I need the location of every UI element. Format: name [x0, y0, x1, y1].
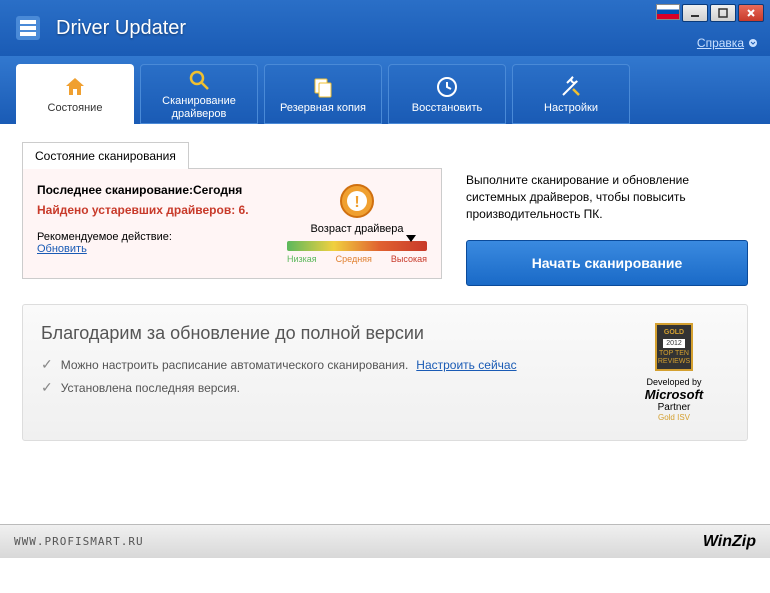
- tab-label: Настройки: [544, 102, 598, 114]
- copy-icon: [311, 75, 335, 99]
- content-area: Состояние сканирования Последнее сканиро…: [0, 124, 770, 524]
- banner-line1: Можно настроить расписание автоматическо…: [61, 358, 409, 372]
- restore-icon: [435, 75, 459, 99]
- help-label: Справка: [697, 36, 744, 50]
- tools-icon: [559, 75, 583, 99]
- developed-by-label: Developed by: [619, 377, 729, 387]
- thank-you-banner: Благодарим за обновление до полной верси…: [22, 304, 748, 441]
- gold-isv-label: Gold ISV: [619, 413, 729, 422]
- tabbar: Состояние Сканирование драйверов Резервн…: [0, 56, 770, 124]
- action-column: Выполните сканирование и обновление сист…: [466, 142, 748, 286]
- tab-label: Сканирование драйверов: [141, 95, 257, 119]
- award-badge: GOLD 2012 TOP TEN REVIEWS: [655, 323, 693, 371]
- configure-now-link[interactable]: Настроить сейчас: [416, 358, 516, 372]
- footer: WWW.PROFISMART.RU WinZip: [0, 524, 770, 558]
- banner-line2: Установлена последняя версия.: [61, 381, 240, 395]
- tab-label: Восстановить: [412, 102, 482, 114]
- gauge-labels: Низкая Средняя Высокая: [287, 254, 427, 264]
- start-scan-button[interactable]: Начать сканирование: [466, 240, 748, 286]
- tab-settings[interactable]: Настройки: [512, 64, 630, 124]
- tab-scan[interactable]: Сканирование драйверов: [140, 64, 258, 124]
- tab-backup[interactable]: Резервная копия: [264, 64, 382, 124]
- maximize-button[interactable]: [710, 4, 736, 22]
- help-link[interactable]: Справка: [697, 36, 758, 50]
- driver-age-label: Возраст драйвера: [287, 223, 427, 235]
- check-icon: ✓: [41, 356, 53, 373]
- home-icon: [63, 75, 87, 99]
- outdated-drivers-text: Найдено устаревших драйверов: 6.: [37, 203, 269, 217]
- svg-text:!: !: [354, 194, 359, 211]
- check-icon: ✓: [41, 379, 53, 396]
- award-year: 2012: [663, 339, 685, 349]
- gauge-low: Низкая: [287, 254, 317, 264]
- magnifier-icon: [187, 68, 211, 92]
- close-button[interactable]: [738, 4, 764, 22]
- window-controls: [656, 4, 764, 22]
- gauge-mid: Средняя: [336, 254, 372, 264]
- app-title: Driver Updater: [56, 17, 186, 40]
- tab-restore[interactable]: Восстановить: [388, 64, 506, 124]
- chevron-down-icon: [748, 38, 758, 48]
- watermark-url: WWW.PROFISMART.RU: [14, 535, 144, 548]
- driver-age-gauge: [287, 241, 427, 251]
- recommended-label: Рекомендуемое действие:: [37, 231, 172, 243]
- alert-icon: !: [339, 183, 375, 219]
- tab-status[interactable]: Состояние: [16, 64, 134, 124]
- update-link[interactable]: Обновить: [37, 243, 87, 255]
- last-scan-value: Сегодня: [193, 183, 242, 197]
- gauge-pointer: [406, 235, 416, 242]
- partner-label: Partner: [619, 402, 729, 413]
- scan-status-panel: Состояние сканирования Последнее сканиро…: [22, 142, 442, 286]
- tab-label: Резервная копия: [280, 102, 366, 114]
- ms-partner-badge: Developed by Microsoft Partner Gold ISV: [619, 377, 729, 422]
- scan-status-tab-label: Состояние сканирования: [22, 142, 189, 169]
- gauge-high: Высокая: [391, 254, 427, 264]
- app-icon: [12, 12, 44, 44]
- brand-label: WinZip: [703, 533, 756, 551]
- titlebar: Driver Updater Справка: [0, 0, 770, 56]
- minimize-button[interactable]: [682, 4, 708, 22]
- tab-label: Состояние: [48, 102, 103, 114]
- award-source: TOP TEN REVIEWS: [657, 350, 691, 365]
- language-flag[interactable]: [656, 4, 680, 20]
- microsoft-label: Microsoft: [619, 387, 729, 402]
- action-description: Выполните сканирование и обновление сист…: [466, 172, 748, 222]
- banner-title: Благодарим за обновление до полной верси…: [41, 323, 603, 344]
